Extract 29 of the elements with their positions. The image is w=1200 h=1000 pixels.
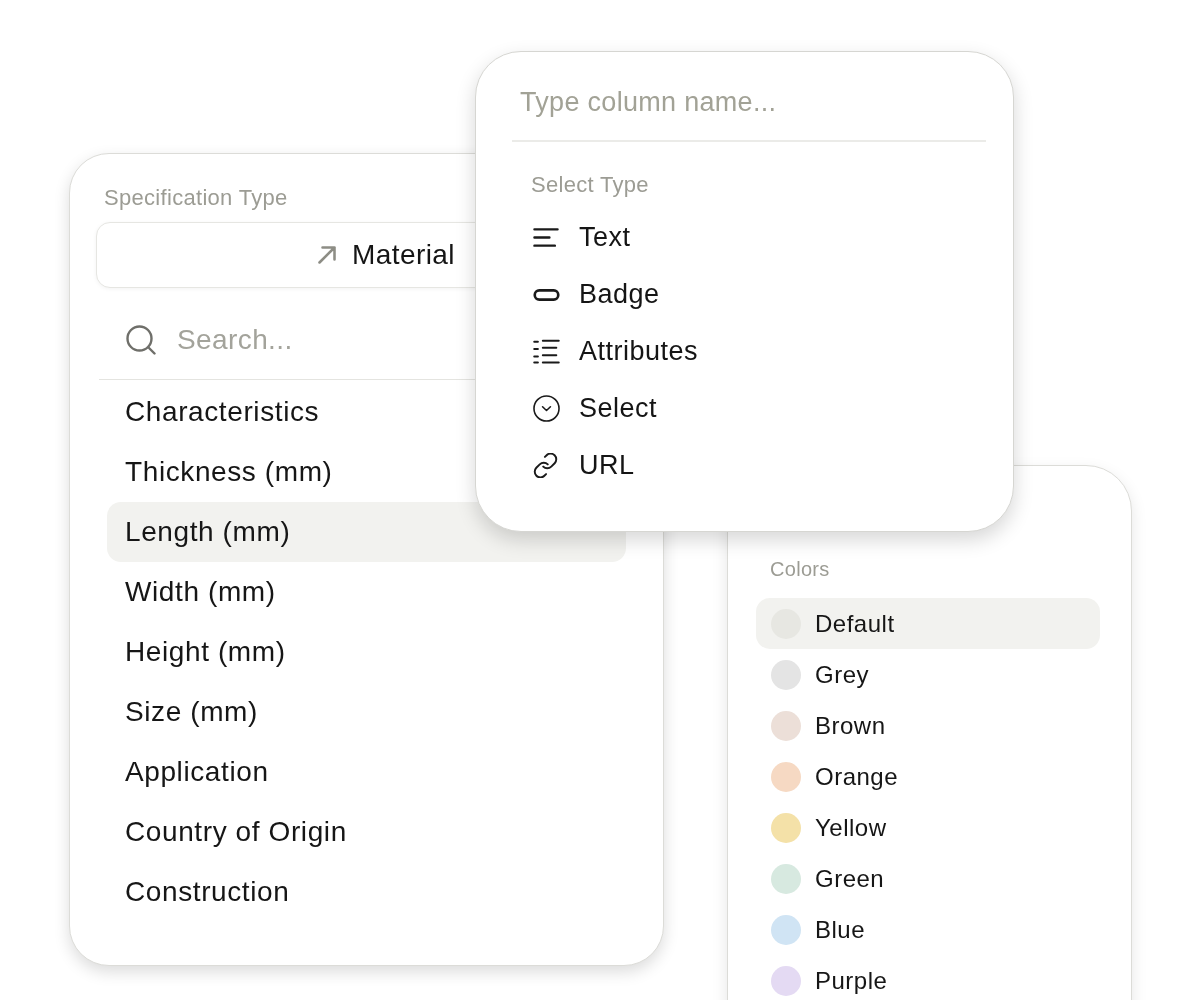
search-icon [126,324,156,355]
link-icon [533,453,558,478]
type-option[interactable]: Attributes [533,323,699,380]
type-option[interactable]: URL [533,437,635,494]
arrow-up-right-icon [318,246,337,264]
list-item[interactable]: Country of Origin [107,802,626,862]
list-item[interactable]: Height (mm) [107,622,626,682]
pill-icon [533,288,560,301]
list-item[interactable]: Size (mm) [107,682,626,742]
search-field[interactable]: Search... [177,319,427,360]
list-lines-icon [533,339,560,364]
color-option[interactable]: Default [756,598,1100,649]
chevron-circle-icon [533,395,560,422]
section-label: Specification Type [104,184,288,212]
color-option[interactable]: Orange [756,751,1100,802]
color-option[interactable]: Grey [756,649,1100,700]
list-item[interactable]: Width (mm) [107,562,626,622]
color-option[interactable]: Yellow [756,802,1100,853]
list-item[interactable]: Construction [107,862,626,922]
type-option[interactable]: Select [533,380,658,437]
color-option[interactable]: Green [756,853,1100,904]
column-name-field[interactable]: Type column name... [512,72,986,142]
section-label: Select Type [531,171,649,199]
color-option[interactable]: Blue [756,904,1100,955]
color-option[interactable]: Brown [756,700,1100,751]
section-label: Colors [770,557,830,582]
list-item[interactable]: Application [107,742,626,802]
text-lines-icon [533,228,559,247]
color-option[interactable]: Purple [756,955,1100,1000]
